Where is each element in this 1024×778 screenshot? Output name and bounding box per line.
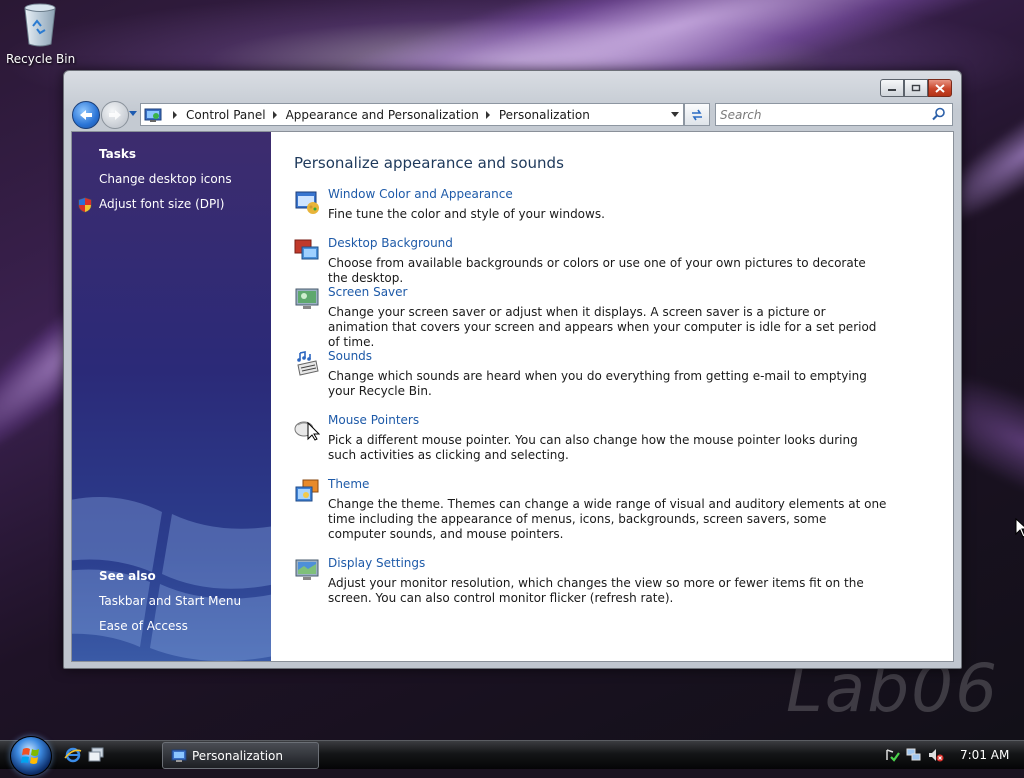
client-area: Tasks Change desktop icons Adjust font s… <box>71 131 954 662</box>
theme-link[interactable]: Theme <box>328 477 369 491</box>
mouse-pointers-link[interactable]: Mouse Pointers <box>328 413 419 427</box>
recycle-bin-desktop-icon[interactable]: Recycle Bin <box>6 2 76 66</box>
display-settings-link[interactable]: Display Settings <box>328 556 425 570</box>
screen-saver-description: Change your screen saver or adjust when … <box>328 305 877 349</box>
tasks-heading: Tasks <box>99 147 137 161</box>
change-desktop-icons-link[interactable]: Change desktop icons <box>99 172 232 186</box>
task-sidebar: Tasks Change desktop icons Adjust font s… <box>72 132 271 661</box>
display-settings-icon <box>295 559 319 580</box>
desktop-background-description: Choose from available backgrounds or col… <box>328 256 866 285</box>
display-settings-description: Adjust your monitor resolution, which ch… <box>328 576 864 605</box>
recycle-bin-icon <box>22 2 58 48</box>
screen-saver-icon <box>295 288 319 309</box>
forward-arrow-icon <box>109 110 121 120</box>
screen-saver-link[interactable]: Screen Saver <box>328 285 407 299</box>
start-button[interactable] <box>10 736 52 776</box>
window-controls <box>880 79 952 97</box>
refresh-button[interactable] <box>684 103 710 126</box>
search-box[interactable] <box>715 103 953 126</box>
minimize-button[interactable] <box>880 79 904 97</box>
see-also-heading: See also <box>99 569 156 583</box>
taskbar: Personalization 7:01 AM <box>0 736 1024 776</box>
breadcrumb-separator[interactable] <box>485 110 490 119</box>
volume-muted-icon[interactable] <box>928 747 944 763</box>
ease-of-access-link[interactable]: Ease of Access <box>99 619 188 633</box>
main-content: Personalize appearance and sounds Window… <box>294 132 944 661</box>
switch-windows-icon[interactable] <box>87 746 105 764</box>
sounds-description: Change which sounds are heard when you d… <box>328 369 867 398</box>
close-button[interactable] <box>928 79 952 97</box>
breadcrumb-personalization[interactable]: Personalization <box>499 108 590 122</box>
theme-icon <box>295 479 319 502</box>
address-dropdown-icon[interactable] <box>671 112 679 117</box>
network-icon[interactable] <box>906 747 922 763</box>
breadcrumb-appearance[interactable]: Appearance and Personalization <box>286 108 479 122</box>
breadcrumb-control-panel[interactable]: Control Panel <box>186 108 266 122</box>
clock[interactable]: 7:01 AM <box>960 748 1009 762</box>
windows-flag-icon <box>21 748 39 764</box>
mouse-pointers-description: Pick a different mouse pointer. You can … <box>328 433 858 462</box>
address-bar[interactable]: Control Panel Appearance and Personaliza… <box>140 103 684 126</box>
search-icon[interactable] <box>932 107 946 121</box>
sounds-link[interactable]: Sounds <box>328 349 372 363</box>
mouse-pointers-icon <box>294 421 320 441</box>
personalization-taskbar-icon <box>171 749 187 762</box>
system-tray: 7:01 AM <box>884 741 1024 769</box>
desktop-background-icon <box>294 239 319 260</box>
forward-button[interactable] <box>101 101 129 129</box>
search-input[interactable] <box>716 106 922 123</box>
page-title: Personalize appearance and sounds <box>294 154 564 172</box>
refresh-icon <box>692 109 702 120</box>
mouse-cursor-icon <box>1015 518 1024 538</box>
back-button[interactable] <box>72 101 100 129</box>
security-center-icon[interactable] <box>884 747 900 763</box>
uac-shield-icon <box>78 197 92 213</box>
internet-explorer-icon[interactable] <box>64 746 82 764</box>
back-arrow-icon <box>80 110 92 120</box>
maximize-button[interactable] <box>904 79 928 97</box>
taskbar-start-menu-link[interactable]: Taskbar and Start Menu <box>99 594 241 608</box>
control-panel-icon <box>144 108 162 122</box>
sounds-icon <box>297 351 319 376</box>
recycle-bin-label: Recycle Bin <box>6 52 76 66</box>
recent-pages-dropdown[interactable] <box>129 111 137 116</box>
theme-description: Change the theme. Themes can change a wi… <box>328 497 887 541</box>
taskbar-button-label: Personalization <box>192 748 283 763</box>
taskbar-button-personalization[interactable]: Personalization <box>162 742 319 769</box>
personalization-window: Control Panel Appearance and Personaliza… <box>63 70 962 669</box>
desktop-background-link[interactable]: Desktop Background <box>328 236 453 250</box>
window-color-link[interactable]: Window Color and Appearance <box>328 187 513 201</box>
window-color-icon <box>295 191 319 214</box>
breadcrumb-separator[interactable] <box>272 110 277 119</box>
breadcrumb-separator <box>173 110 177 119</box>
window-color-description: Fine tune the color and style of your wi… <box>328 207 605 221</box>
adjust-font-size-link[interactable]: Adjust font size (DPI) <box>99 197 224 211</box>
